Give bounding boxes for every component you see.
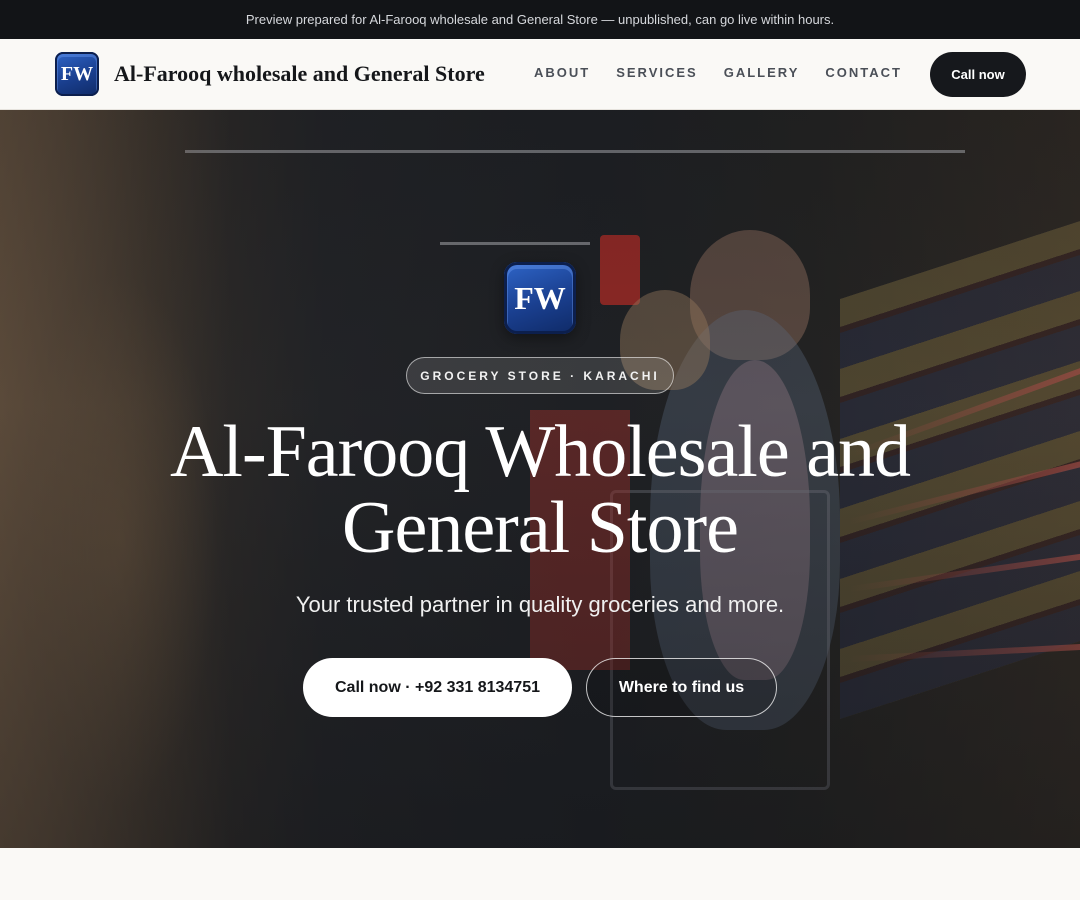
nav-services[interactable]: SERVICES: [616, 65, 698, 80]
site-header: FW Al-Farooq wholesale and General Store…: [0, 39, 1080, 110]
hero-logo-text: FW: [514, 279, 566, 316]
nav-contact[interactable]: CONTACT: [825, 65, 902, 80]
nav-about[interactable]: ABOUT: [534, 65, 590, 80]
preview-banner-text: Preview prepared for Al-Farooq wholesale…: [245, 12, 835, 27]
logo-badge[interactable]: FW: [55, 52, 99, 96]
hero-title: Al-Farooq Wholesale and General Store: [169, 411, 911, 569]
hero-section: FW GROCERY STORE · KARACHI Al-Farooq Who…: [0, 110, 1080, 848]
hero-logo: FW: [504, 262, 576, 334]
call-phone-button[interactable]: Call now · +92 331 8134751: [303, 658, 572, 717]
find-us-button[interactable]: Where to find us: [586, 658, 777, 717]
category-tag: GROCERY STORE · KARACHI: [406, 357, 674, 394]
nav-gallery[interactable]: GALLERY: [724, 65, 800, 80]
next-section: [0, 848, 1080, 900]
hero-subtitle: Your trusted partner in quality grocerie…: [295, 592, 785, 617]
brand-name[interactable]: Al-Farooq wholesale and General Store: [114, 61, 485, 87]
logo-text: FW: [60, 62, 94, 85]
main-nav: ABOUT SERVICES GALLERY CONTACT: [534, 65, 928, 80]
preview-banner: Preview prepared for Al-Farooq wholesale…: [0, 0, 1080, 39]
call-now-button[interactable]: Call now: [930, 52, 1026, 97]
